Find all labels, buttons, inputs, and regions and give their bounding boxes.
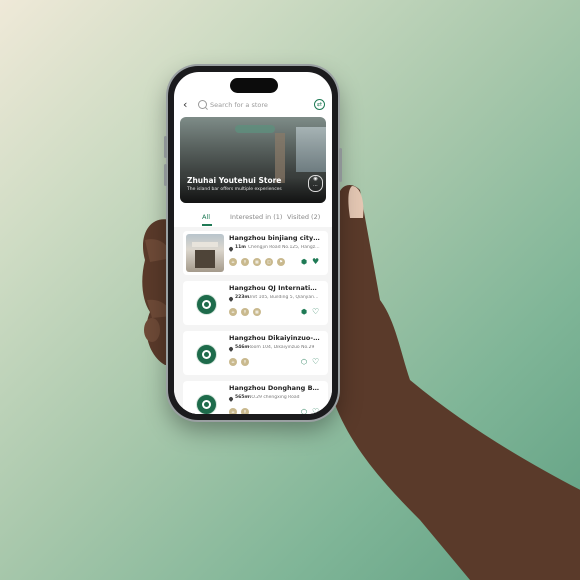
store-address: Room 104, Dikaiyinzuo No.29 <box>248 345 315 350</box>
store-address: Chengjin Road No.125, Hangzhou <box>248 245 321 250</box>
search-icon <box>198 100 207 109</box>
amenity-icon: ⚲ <box>241 408 249 414</box>
store-logo-thumb <box>186 284 224 322</box>
store-distance: 223m <box>235 295 250 300</box>
store-sign <box>192 242 218 247</box>
heart-icon[interactable]: ♡ <box>312 308 320 316</box>
volume-button <box>164 136 167 158</box>
logo-center <box>204 352 209 357</box>
amenity-icon: ▦ <box>253 258 261 266</box>
amenity-icon: ☕ <box>229 408 237 414</box>
power-button <box>339 148 342 182</box>
location-pin-icon <box>228 296 234 302</box>
amenity-icon: ☕ <box>229 358 237 366</box>
dynamic-island <box>230 78 278 93</box>
bookmark-icon[interactable]: ⬢ <box>301 308 308 316</box>
starbucks-logo-icon <box>196 344 217 365</box>
hero-subtitle: The island bar offers multiple experienc… <box>187 187 282 192</box>
bookmark-icon[interactable]: ⬡ <box>301 358 308 366</box>
store-distance: 546m <box>235 345 250 350</box>
swap-icon[interactable]: ⇄ <box>314 99 325 110</box>
heart-icon[interactable]: ♥ <box>312 258 320 266</box>
search-bar: ‹ Search for a store ⇄ <box>174 97 332 115</box>
hero-title: Zhuhai Youtehui Store <box>187 176 282 185</box>
starbucks-logo-icon <box>196 294 217 315</box>
phone-frame: ‹ Search for a store ⇄ Zhuhai Youtehui S… <box>164 66 342 420</box>
logo-center <box>204 302 209 307</box>
featured-store-banner[interactable]: Zhuhai Youtehui Store The island bar off… <box>180 117 326 203</box>
map-pin-icon[interactable]: ◉ ⋯ <box>308 175 323 192</box>
store-distance: 565m <box>235 395 250 400</box>
amenity-icon: ⚑ <box>277 258 285 266</box>
bookmark-icon[interactable]: ⬢ <box>301 258 308 266</box>
store-card[interactable]: Hangzhou binjiang city star-GF 11mChengji… <box>183 231 328 275</box>
store-name: Hangzhou Donghang Building <box>229 384 321 392</box>
store-card[interactable]: Hangzhou Donghang Building 565mNO.29 chen… <box>183 381 328 414</box>
carousel-dots <box>242 196 261 203</box>
store-tabs: All Interested in (1) Visited (2) <box>174 213 332 227</box>
heart-icon[interactable]: ♡ <box>312 408 320 415</box>
tab-underline <box>202 224 212 226</box>
store-door <box>195 250 215 268</box>
store-logo-thumb <box>186 384 224 414</box>
amenity-icon: ☕ <box>229 308 237 316</box>
amenity-icon: ☕ <box>229 258 237 266</box>
store-card[interactable]: Hangzhou QJ International ... 223mUnit 10… <box>183 281 328 325</box>
bookmark-icon[interactable]: ⬡ <box>301 408 308 414</box>
search-input[interactable]: Search for a store <box>196 98 314 113</box>
starbucks-logo-icon <box>196 394 217 414</box>
tab-visited[interactable]: Visited (2) <box>287 213 320 221</box>
location-pin-icon <box>228 246 234 252</box>
amenity-icon: ⚲ <box>241 308 249 316</box>
search-placeholder: Search for a store <box>210 101 268 109</box>
hero-decor <box>235 125 275 133</box>
hero-decor <box>296 127 326 172</box>
store-address: Unit 105, Building 5, Qianjiang In... <box>248 295 321 300</box>
tab-all[interactable]: All <box>202 213 210 221</box>
store-name: Hangzhou Dikaiyinzuo-GF <box>229 334 321 342</box>
store-logo-thumb <box>186 334 224 372</box>
tab-interested[interactable]: Interested in (1) <box>230 213 282 221</box>
amenity-icon: ◫ <box>265 258 273 266</box>
location-pin-icon <box>228 346 234 352</box>
store-address: NO.29 chengxing Road <box>248 395 300 400</box>
heart-icon[interactable]: ♡ <box>312 358 320 366</box>
logo-center <box>204 402 209 407</box>
chevron-left-icon[interactable]: ‹ <box>183 98 187 112</box>
store-distance: 11m <box>235 245 246 250</box>
location-pin-icon <box>228 396 234 402</box>
store-photo <box>186 234 224 272</box>
amenity-icon: ⚲ <box>241 358 249 366</box>
volume-button <box>164 164 167 186</box>
store-card[interactable]: Hangzhou Dikaiyinzuo-GF 546m Room 104, Dik… <box>183 331 328 375</box>
amenity-icon: ⚲ <box>241 258 249 266</box>
store-name: Hangzhou binjiang city star-GF <box>229 234 321 242</box>
store-name: Hangzhou QJ International ... <box>229 284 321 292</box>
app-screen: ‹ Search for a store ⇄ Zhuhai Youtehui S… <box>174 72 332 414</box>
amenity-icon: ▦ <box>253 308 261 316</box>
